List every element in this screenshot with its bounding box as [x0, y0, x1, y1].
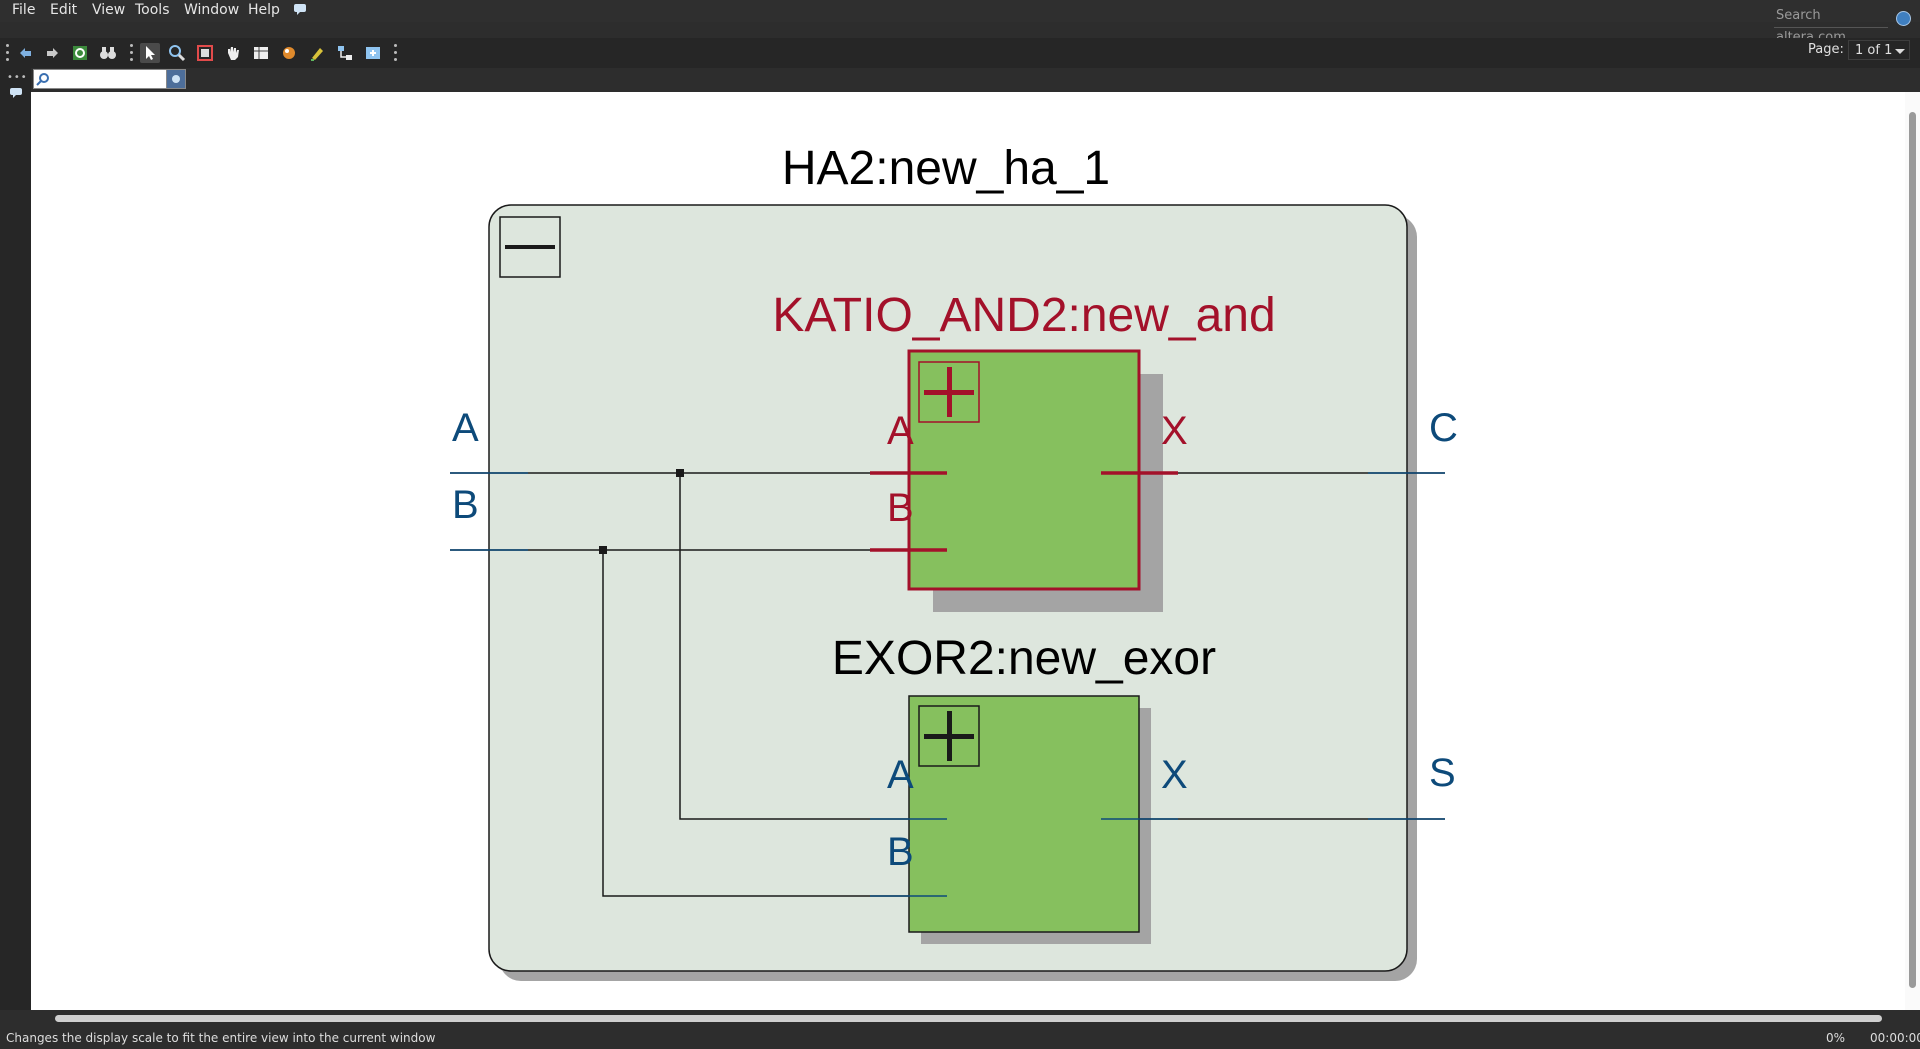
export-icon[interactable] [363, 43, 383, 63]
select-pointer-icon[interactable] [140, 43, 160, 63]
vertical-scrollbar-thumb[interactable] [1909, 112, 1916, 988]
toolbar-grip-icon[interactable] [394, 44, 397, 62]
and-block-title: KATIO_AND2:new_and [772, 289, 1275, 342]
page-label: Page: [1808, 42, 1844, 57]
globe-icon[interactable] [1896, 11, 1911, 26]
vertical-scrollbar[interactable] [1905, 92, 1920, 1010]
minus-icon [505, 245, 555, 249]
status-progress: 0% [1826, 1031, 1846, 1045]
filter-input[interactable] [33, 69, 167, 89]
search-input[interactable]: Search altera.com [1774, 5, 1888, 45]
binoculars-icon[interactable] [98, 43, 118, 63]
page-select[interactable]: 1 of 1 [1848, 40, 1910, 60]
exor-port-x-label: X [1161, 753, 1188, 797]
and-block[interactable] [907, 349, 1141, 591]
plus-icon [947, 367, 952, 417]
plus-icon [947, 711, 952, 761]
parent-port-a-label: A [452, 406, 479, 450]
parent-port-c-label: C [1429, 406, 1458, 450]
horizontal-scrollbar-thumb[interactable] [55, 1015, 1882, 1022]
junction-dot [676, 469, 684, 477]
parent-port-b-label: B [452, 483, 479, 527]
horizontal-scrollbar[interactable] [31, 1010, 1905, 1026]
toolbar [0, 38, 1920, 68]
page-select-value: 1 of 1 [1855, 43, 1893, 58]
refresh-icon[interactable] [70, 43, 90, 63]
status-time: 00:00:00 [1870, 1031, 1920, 1045]
and-port-x-label: X [1161, 409, 1188, 453]
toolbar-grip-icon[interactable] [6, 44, 9, 62]
menu-edit[interactable]: Edit [50, 2, 77, 18]
netlist-table-icon[interactable] [251, 43, 271, 63]
feedback-icon[interactable] [9, 84, 23, 103]
parent-port-s-label: S [1429, 751, 1456, 795]
junction-dot [599, 546, 607, 554]
hierarchy-icon[interactable] [335, 43, 355, 63]
filter-options-button[interactable] [166, 69, 186, 89]
status-message: Changes the display scale to fit the ent… [6, 1031, 436, 1045]
parent-block-title: HA2:new_ha_1 [782, 142, 1110, 195]
forward-icon[interactable] [42, 43, 62, 63]
back-icon[interactable] [16, 43, 36, 63]
and-port-a-label: A [887, 409, 914, 453]
left-side-bar: ••• [0, 68, 31, 1010]
status-bar: Changes the display scale to fit the ent… [0, 1026, 1920, 1049]
more-icon[interactable]: ••• [7, 72, 28, 83]
toolbar-grip-icon[interactable] [130, 44, 133, 62]
schematic-view: HA2:new_ha_1 KATIO_AND2:new_and A B X EX… [450, 142, 1458, 981]
exor-port-b-label: B [887, 830, 914, 874]
highlight-icon[interactable] [307, 43, 327, 63]
and-port-b-label: B [887, 486, 914, 530]
fit-window-icon[interactable] [195, 43, 215, 63]
menu-window[interactable]: Window [184, 2, 239, 18]
color-icon[interactable] [279, 43, 299, 63]
feedback-icon[interactable] [293, 3, 307, 20]
zoom-icon[interactable] [167, 43, 187, 63]
menu-tools[interactable]: Tools [135, 2, 170, 18]
exor-block-title: EXOR2:new_exor [832, 632, 1216, 685]
exor-port-a-label: A [887, 753, 914, 797]
schematic-canvas[interactable]: HA2:new_ha_1 KATIO_AND2:new_and A B X EX… [31, 92, 1905, 1010]
menu-file[interactable]: File [12, 2, 35, 18]
menu-view[interactable]: View [92, 2, 125, 18]
chevron-down-icon [1895, 49, 1905, 54]
pan-hand-icon[interactable] [223, 43, 243, 63]
menu-help[interactable]: Help [248, 2, 280, 18]
menu-bar: File Edit View Tools Window Help [0, 0, 1920, 22]
filter-icon [36, 73, 49, 86]
